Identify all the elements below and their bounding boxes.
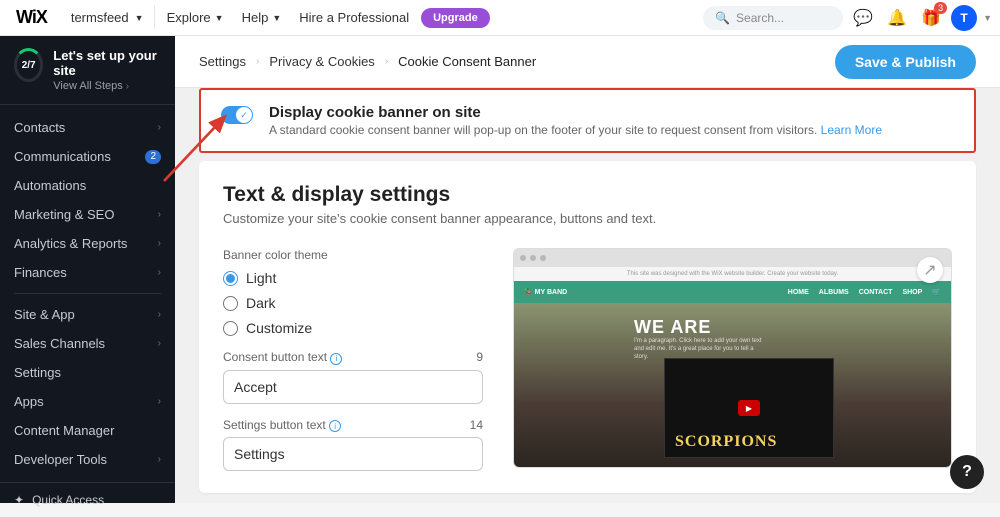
sidebar-item-marketing[interactable]: Marketing & SEO›	[0, 200, 175, 229]
chevron-right-icon: ›	[385, 56, 388, 67]
count-badge: 2	[145, 150, 161, 164]
consent-label: Consent button text i	[223, 350, 342, 365]
chat-icon[interactable]: 💬	[849, 4, 877, 32]
toggle-description: A standard cookie consent banner will po…	[269, 123, 882, 137]
sidebar-item-devtools[interactable]: Developer Tools›	[0, 445, 175, 474]
learn-more-link[interactable]: Learn More	[821, 123, 882, 137]
setup-panel[interactable]: 2/7 Let's set up your site View All Step…	[0, 36, 175, 105]
toggle-title: Display cookie banner on site	[269, 104, 882, 121]
sidebar-item-analytics[interactable]: Analytics & Reports›	[0, 229, 175, 258]
chevron-right-icon: ›	[158, 454, 161, 465]
sidebar-item-communications[interactable]: Communications2	[0, 142, 175, 171]
nav-explore[interactable]: Explore▼	[161, 10, 230, 25]
consent-button-input[interactable]	[223, 370, 483, 404]
section-subtitle: Customize your site's cookie consent ban…	[223, 211, 952, 226]
chevron-right-icon: ›	[158, 122, 161, 133]
chevron-down-icon: ▼	[215, 13, 224, 23]
sidebar: 2/7 Let's set up your site View All Step…	[0, 36, 175, 503]
main-panel: Settings › Privacy & Cookies › Cookie Co…	[175, 36, 1000, 503]
radio-dark[interactable]: Dark	[223, 295, 483, 311]
top-bar: WiX termsfeed ▼ Explore▼ Help▼ Hire a Pro…	[0, 0, 1000, 36]
quick-access-button[interactable]: ✦Quick Access	[0, 482, 175, 517]
radio-light[interactable]: Light	[223, 270, 483, 286]
chevron-right-icon: ›	[158, 209, 161, 220]
nav-help[interactable]: Help▼	[236, 10, 288, 25]
info-icon[interactable]: i	[329, 420, 341, 432]
chevron-down-icon: ▼	[272, 13, 281, 23]
search-icon: 🔍	[715, 11, 730, 25]
setup-title: Let's set up your site	[53, 48, 157, 78]
save-publish-button[interactable]: Save & Publish	[835, 45, 976, 79]
display-banner-toggle[interactable]	[221, 106, 253, 124]
settings-button-input[interactable]	[223, 437, 483, 471]
chevron-right-icon: ›	[158, 309, 161, 320]
progress-ring: 2/7	[14, 48, 43, 82]
open-external-icon[interactable]: ↗	[917, 257, 943, 283]
theme-label: Banner color theme	[223, 248, 483, 262]
chevron-right-icon: ›	[256, 56, 259, 67]
settings-char-count: 14	[470, 418, 483, 433]
search-input[interactable]: 🔍Search...	[703, 6, 843, 30]
page-header: Settings › Privacy & Cookies › Cookie Co…	[175, 36, 1000, 88]
sparkle-icon: ✦	[14, 493, 24, 507]
chevron-right-icon: ›	[158, 267, 161, 278]
help-fab[interactable]: ?	[950, 455, 984, 489]
sidebar-item-finances[interactable]: Finances›	[0, 258, 175, 287]
sidebar-item-sales[interactable]: Sales Channels›	[0, 329, 175, 358]
chevron-right-icon: ›	[158, 396, 161, 407]
chevron-right-icon: ›	[158, 238, 161, 249]
preview-video: ▶ SCORPIONS	[664, 358, 834, 458]
nav-hire[interactable]: Hire a Professional	[293, 10, 415, 25]
breadcrumb-privacy[interactable]: Privacy & Cookies	[269, 54, 374, 69]
settings-label: Settings button text i	[223, 418, 341, 433]
chevron-right-icon: ›	[158, 338, 161, 349]
sidebar-item-automations[interactable]: Automations	[0, 171, 175, 200]
upgrade-button[interactable]: Upgrade	[421, 8, 490, 28]
breadcrumb-settings[interactable]: Settings	[199, 54, 246, 69]
preview-url-bar: This site was designed with the WiX webs…	[514, 267, 951, 281]
gift-icon[interactable]: 🎁3	[917, 4, 945, 32]
breadcrumb-current: Cookie Consent Banner	[398, 54, 536, 69]
wix-logo[interactable]: WiX	[8, 7, 55, 28]
site-label: termsfeed	[71, 10, 129, 25]
preview-nav: 🦆 MY BANDHOMEALBUMSCONTACTSHOP🛒	[514, 281, 951, 303]
sidebar-item-contacts[interactable]: Contacts›	[0, 113, 175, 142]
play-icon: ▶	[738, 400, 760, 416]
notification-badge: 3	[934, 2, 947, 14]
chevron-down-icon: ▼	[135, 13, 144, 23]
bell-icon[interactable]: 🔔	[883, 4, 911, 32]
user-avatar[interactable]: T	[951, 5, 977, 31]
chevron-down-icon[interactable]: ▼	[983, 13, 992, 23]
info-icon[interactable]: i	[330, 353, 342, 365]
preview-hero-title: WE ARE	[634, 317, 711, 338]
sidebar-item-settings[interactable]: Settings	[0, 358, 175, 387]
text-display-card: Text & display settings Customize your s…	[199, 161, 976, 493]
site-selector[interactable]: termsfeed ▼	[61, 6, 155, 29]
consent-char-count: 9	[476, 350, 483, 365]
display-banner-setting: Display cookie banner on site A standard…	[199, 88, 976, 153]
sidebar-item-content[interactable]: Content Manager	[0, 416, 175, 445]
view-steps-link[interactable]: View All Steps›	[53, 80, 161, 92]
radio-customize[interactable]: Customize	[223, 320, 483, 336]
section-title: Text & display settings	[223, 183, 952, 207]
sidebar-item-siteapp[interactable]: Site & App›	[0, 300, 175, 329]
sidebar-item-apps[interactable]: Apps›	[0, 387, 175, 416]
banner-preview: ↗ This site was designed with the WiX we…	[513, 248, 952, 468]
